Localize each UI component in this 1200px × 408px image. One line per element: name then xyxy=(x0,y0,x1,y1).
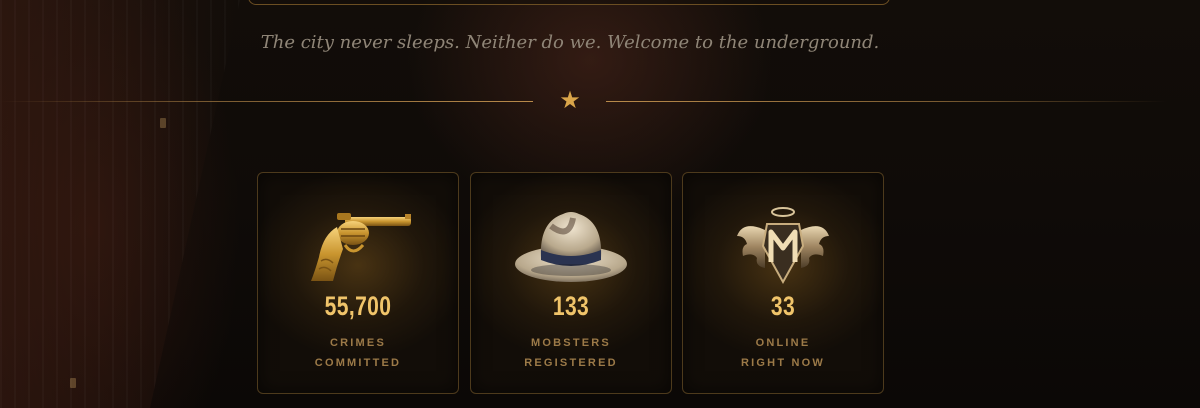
stat-label: MOBSTERS REGISTERED xyxy=(524,337,618,369)
fedora-hat-icon xyxy=(471,195,671,295)
divider-line-right xyxy=(606,101,1166,102)
tagline: The city never sleeps. Neither do we. We… xyxy=(260,32,880,53)
stat-value: 55,700 xyxy=(324,291,392,321)
stat-label: ONLINE RIGHT NOW xyxy=(741,337,825,369)
stat-label: CRIMES COMMITTED xyxy=(314,337,402,369)
window-light xyxy=(160,118,166,128)
winged-m-emblem-icon xyxy=(683,195,883,295)
stat-card-mobsters: 133 MOBSTERS REGISTERED xyxy=(470,172,672,394)
stat-value: 33 xyxy=(770,291,796,321)
hero-frame xyxy=(248,0,890,5)
street-lamp xyxy=(70,378,76,388)
stat-value: 133 xyxy=(552,291,590,321)
stat-card-crimes: 55,700 CRIMES COMMITTED xyxy=(257,172,459,394)
revolver-icon xyxy=(258,195,458,295)
divider-line-left xyxy=(0,101,533,102)
star-icon: ★ xyxy=(559,86,581,114)
stat-card-online: 33 ONLINE RIGHT NOW xyxy=(682,172,884,394)
